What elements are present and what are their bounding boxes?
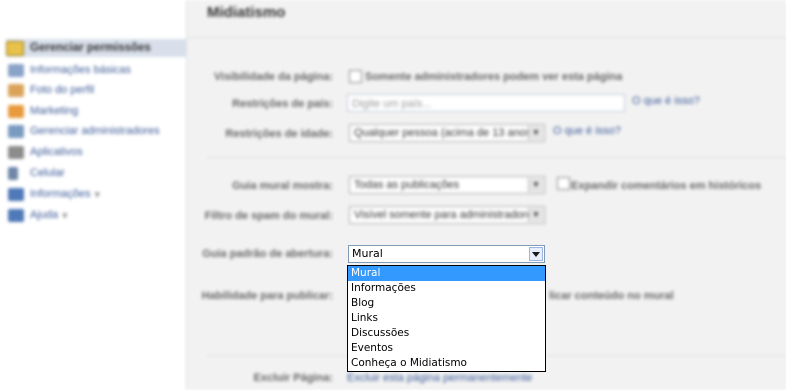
landing-tab-label: Guia padrão de abertura:: [202, 248, 333, 260]
chevron-down-icon: ▾: [94, 188, 101, 201]
sidebar-item-gerenciar-administradores[interactable]: Gerenciar administradores: [8, 122, 184, 140]
sidebar: Gerenciar permissões Informações básicas…: [0, 0, 186, 390]
apps-icon: [8, 145, 24, 159]
chevron-down-icon: ▼: [528, 178, 543, 192]
chevron-down-icon: ▼: [528, 208, 543, 222]
sidebar-item-marketing[interactable]: Marketing: [8, 102, 184, 120]
dropdown-option[interactable]: Eventos: [348, 341, 545, 356]
dropdown-option[interactable]: Discussões: [348, 326, 545, 341]
delete-label: Excluir Página:: [253, 372, 333, 384]
expand-comments-label: Expandir comentários em históricos: [571, 180, 762, 192]
age-select[interactable]: Qualquer pessoa (acima de 13 anos) ▼: [349, 124, 545, 142]
sidebar-item-label: Informações: [30, 188, 91, 200]
landing-tab-dropdown-list: Mural Informações Blog Links Discussões …: [347, 265, 546, 372]
expand-comments-checkbox[interactable]: [557, 177, 570, 190]
age-select-value: Qualquer pessoa (acima de 13 anos): [354, 127, 535, 139]
chevron-down-icon: ▾: [62, 209, 68, 222]
sidebar-item-label: Foto do perfil: [30, 84, 95, 96]
visibility-label: Visibilidade da página:: [214, 71, 333, 83]
lock-icon: [6, 40, 24, 56]
divider: [207, 157, 786, 158]
sidebar-item-informacoes[interactable]: Informações ▾: [8, 185, 184, 203]
spam-filter-select-value: Visível somente para administradores: [354, 209, 538, 221]
publishing-trailing-text: licar conteúdo no mural: [549, 290, 674, 302]
dropdown-option[interactable]: Blog: [348, 296, 545, 311]
sidebar-item-ajuda[interactable]: Ajuda ▾: [8, 206, 184, 224]
photo-icon: [8, 83, 24, 97]
dropdown-option[interactable]: Links: [348, 311, 545, 326]
page-title: Midiatismo: [207, 4, 286, 21]
chevron-down-icon: ▼: [528, 126, 543, 140]
country-label: Restrições de país:: [232, 98, 333, 110]
visibility-checkbox[interactable]: [349, 70, 362, 83]
sidebar-item-label: Celular: [30, 167, 65, 179]
admin-icon: [8, 124, 24, 138]
country-help-link[interactable]: O que é isso?: [632, 95, 700, 107]
megaphone-icon: [8, 104, 24, 118]
sidebar-item-label: Aplicativos: [30, 146, 83, 158]
dropdown-option[interactable]: Informações: [348, 281, 545, 296]
sidebar-item-label: Ajuda: [30, 209, 59, 221]
mobile-icon: [8, 166, 18, 180]
wall-tab-label: Guia mural mostra:: [232, 180, 333, 192]
age-help-link[interactable]: O que é isso?: [553, 125, 621, 137]
sidebar-item-label: Informações básicas: [30, 64, 131, 76]
country-input[interactable]: Digite um país...: [347, 94, 625, 112]
spam-filter-label: Filtro de spam do mural:: [204, 210, 333, 222]
spam-filter-select[interactable]: Visível somente para administradores ▼: [349, 206, 545, 224]
dropdown-option[interactable]: Conheça o Midiatismo: [348, 356, 545, 371]
sidebar-item-label: Gerenciar permissões: [30, 42, 151, 54]
sidebar-item-informacoes-basicas[interactable]: Informações básicas: [8, 61, 184, 79]
publishing-label: Habilidade para publicar:: [201, 290, 333, 302]
divider: [187, 37, 786, 38]
help-icon: [8, 208, 24, 222]
sidebar-item-foto-do-perfil[interactable]: Foto do perfil: [8, 81, 184, 99]
delete-page-link[interactable]: Excluir esta página permanentemente: [347, 372, 532, 384]
landing-tab-select-value: Mural: [352, 247, 383, 260]
wall-tab-select[interactable]: Todas as publicações ▼: [349, 176, 545, 194]
sidebar-item-celular[interactable]: Celular: [8, 164, 184, 182]
sidebar-item-gerenciar-permissoes[interactable]: Gerenciar permissões: [6, 39, 186, 57]
landing-tab-select[interactable]: Mural: [348, 245, 545, 263]
age-label: Restrições de idade:: [225, 128, 333, 140]
wall-tab-select-value: Todas as publicações: [354, 179, 460, 191]
sidebar-item-aplicativos[interactable]: Aplicativos: [8, 143, 184, 161]
info-card-icon: [8, 63, 24, 77]
sidebar-item-label: Marketing: [30, 105, 79, 117]
visibility-checkbox-label: Somente administradores podem ver esta p…: [365, 71, 623, 83]
chevron-down-icon[interactable]: [529, 247, 543, 261]
chart-icon: [8, 187, 24, 201]
dropdown-option[interactable]: Mural: [348, 266, 545, 281]
sidebar-item-label: Gerenciar administradores: [30, 125, 160, 137]
